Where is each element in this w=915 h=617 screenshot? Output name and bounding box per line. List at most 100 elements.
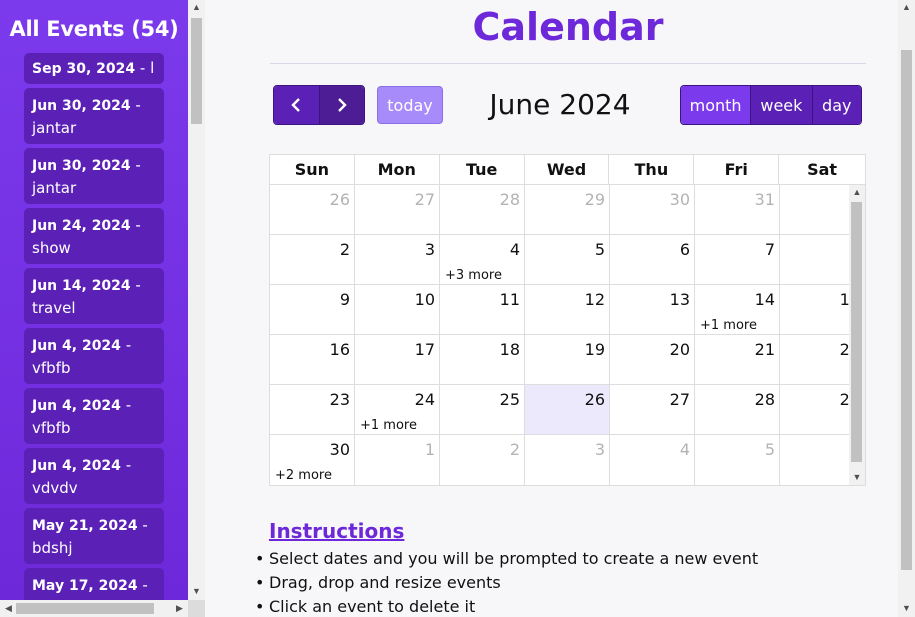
sidebar-event-item[interactable]: Jun 4, 2024 - vfbfb xyxy=(24,328,164,384)
calendar-day-cell[interactable]: 17 xyxy=(355,335,440,384)
day-number[interactable]: 6 xyxy=(680,240,690,259)
calendar-day-cell[interactable]: 25 xyxy=(440,385,525,434)
sidebar-event-item[interactable]: Jun 30, 2024 - jantar xyxy=(24,88,164,144)
more-events-link[interactable]: +1 more xyxy=(360,418,417,433)
calendar-day-cell[interactable]: 6 xyxy=(610,235,695,284)
scroll-up-arrow-icon[interactable]: ▲ xyxy=(898,2,915,12)
day-number[interactable]: 13 xyxy=(670,290,690,309)
day-number[interactable]: 23 xyxy=(330,390,350,409)
calendar-day-cell[interactable]: 2 xyxy=(440,435,525,485)
day-number[interactable]: 20 xyxy=(670,340,690,359)
day-number[interactable]: 4 xyxy=(510,240,520,259)
day-number[interactable]: 10 xyxy=(415,290,435,309)
scrollbar-thumb[interactable] xyxy=(191,18,202,124)
sidebar-event-item[interactable]: Sep 30, 2024 - l xyxy=(24,53,164,84)
sidebar-event-item[interactable]: Jun 4, 2024 - vfbfb xyxy=(24,388,164,444)
calendar-day-cell[interactable]: 11 xyxy=(440,285,525,334)
calendar-day-cell[interactable]: 26 xyxy=(270,185,355,234)
calendar-day-cell[interactable]: 21 xyxy=(695,335,780,384)
calendar-day-cell[interactable]: 31 xyxy=(695,185,780,234)
sidebar-event-item[interactable]: Jun 30, 2024 - jantar xyxy=(24,148,164,204)
day-number[interactable]: 26 xyxy=(585,390,605,409)
calendar-day-cell[interactable]: 5 xyxy=(695,435,780,485)
day-number[interactable]: 1 xyxy=(425,440,435,459)
calendar-day-cell[interactable]: 27 xyxy=(610,385,695,434)
day-number[interactable]: 5 xyxy=(595,240,605,259)
day-number[interactable]: 17 xyxy=(415,340,435,359)
calendar-day-cell[interactable]: 5 xyxy=(525,235,610,284)
calendar-day-cell[interactable]: 14 +1 more xyxy=(695,285,780,334)
calendar-day-cell[interactable]: 30 +2 more xyxy=(270,435,355,485)
scroll-up-arrow-icon[interactable]: ▲ xyxy=(849,187,865,197)
day-number[interactable]: 25 xyxy=(500,390,520,409)
page-vertical-scrollbar[interactable]: ▲ ▼ xyxy=(898,0,915,617)
day-number[interactable]: 29 xyxy=(585,190,605,209)
calendar-day-cell[interactable]: 15 xyxy=(780,285,850,334)
more-events-link[interactable]: +3 more xyxy=(445,268,502,283)
calendar-day-cell[interactable]: 12 xyxy=(525,285,610,334)
day-number[interactable]: 19 xyxy=(585,340,605,359)
calendar-day-cell[interactable]: 28 xyxy=(440,185,525,234)
month-view-button[interactable]: month xyxy=(681,86,751,124)
day-number[interactable]: 11 xyxy=(500,290,520,309)
day-number[interactable]: 24 xyxy=(415,390,435,409)
calendar-day-cell[interactable]: 6 xyxy=(780,435,851,485)
sidebar-event-item[interactable]: May 17, 2024 - xyxy=(24,568,164,600)
calendar-day-cell[interactable]: 28 xyxy=(695,385,780,434)
calendar-day-cell[interactable]: 16 xyxy=(270,335,355,384)
day-number[interactable]: 3 xyxy=(425,240,435,259)
day-number[interactable]: 28 xyxy=(755,390,775,409)
calendar-day-cell[interactable]: 19 xyxy=(525,335,610,384)
day-number[interactable]: 9 xyxy=(340,290,350,309)
day-number[interactable]: 28 xyxy=(500,190,520,209)
more-events-link[interactable]: +1 more xyxy=(700,318,757,333)
day-number[interactable]: 27 xyxy=(670,390,690,409)
sidebar-event-item[interactable]: Jun 24, 2024 - show xyxy=(24,208,164,264)
scroll-down-arrow-icon[interactable]: ▼ xyxy=(188,586,205,596)
scroll-down-arrow-icon[interactable]: ▼ xyxy=(898,603,915,613)
day-number[interactable]: 16 xyxy=(330,340,350,359)
today-button[interactable]: today xyxy=(377,86,443,124)
day-number[interactable]: 5 xyxy=(765,440,775,459)
calendar-day-cell[interactable]: 8 xyxy=(780,235,851,284)
sidebar-event-item[interactable]: Jun 4, 2024 - vdvdv xyxy=(24,448,164,504)
calendar-day-cell[interactable]: 7 xyxy=(695,235,780,284)
day-number[interactable]: 2 xyxy=(340,240,350,259)
calendar-day-cell[interactable]: 4 +3 more xyxy=(440,235,525,284)
day-number[interactable]: 3 xyxy=(595,440,605,459)
calendar-day-cell[interactable]: 3 xyxy=(525,435,610,485)
scrollbar-thumb[interactable] xyxy=(901,50,912,570)
scroll-down-arrow-icon[interactable]: ▼ xyxy=(849,472,865,482)
scrollbar-thumb[interactable] xyxy=(851,202,862,462)
calendar-day-cell[interactable]: 9 xyxy=(270,285,355,334)
day-number[interactable]: 27 xyxy=(415,190,435,209)
day-number[interactable]: 7 xyxy=(765,240,775,259)
calendar-day-cell[interactable]: 4 xyxy=(610,435,695,485)
calendar-day-cell[interactable]: 30 xyxy=(610,185,695,234)
calendar-day-cell[interactable]: 26 xyxy=(525,385,610,434)
calendar-day-cell[interactable]: 23 xyxy=(270,385,355,434)
scroll-up-arrow-icon[interactable]: ▲ xyxy=(188,2,205,12)
sidebar-vertical-scrollbar[interactable]: ▲ ▼ xyxy=(188,0,205,600)
more-events-link[interactable]: +2 more xyxy=(275,468,332,483)
day-number[interactable]: 4 xyxy=(680,440,690,459)
calendar-day-cell[interactable]: 2 xyxy=(270,235,355,284)
next-button[interactable] xyxy=(318,86,364,124)
calendar-day-cell[interactable]: 1 xyxy=(355,435,440,485)
day-number[interactable]: 30 xyxy=(670,190,690,209)
scroll-right-arrow-icon[interactable]: ▶ xyxy=(171,603,188,614)
calendar-day-cell[interactable]: 20 xyxy=(610,335,695,384)
sidebar-event-item[interactable]: Jun 14, 2024 - travel xyxy=(24,268,164,324)
calendar-day-cell[interactable]: 1 xyxy=(780,185,851,234)
day-number[interactable]: 18 xyxy=(500,340,520,359)
week-view-button[interactable]: week xyxy=(750,86,812,124)
calendar-day-cell[interactable]: 3 xyxy=(355,235,440,284)
scroll-left-arrow-icon[interactable]: ◀ xyxy=(0,603,17,614)
calendar-day-cell[interactable]: 22 xyxy=(780,335,850,384)
scrollbar-thumb[interactable] xyxy=(16,603,154,614)
day-number[interactable]: 21 xyxy=(755,340,775,359)
calendar-day-cell[interactable]: 13 xyxy=(610,285,695,334)
calendar-day-cell[interactable]: 29 xyxy=(780,385,850,434)
calendar-scrollbar[interactable]: ▲ ▼ xyxy=(849,185,865,485)
calendar-day-cell[interactable]: 29 xyxy=(525,185,610,234)
